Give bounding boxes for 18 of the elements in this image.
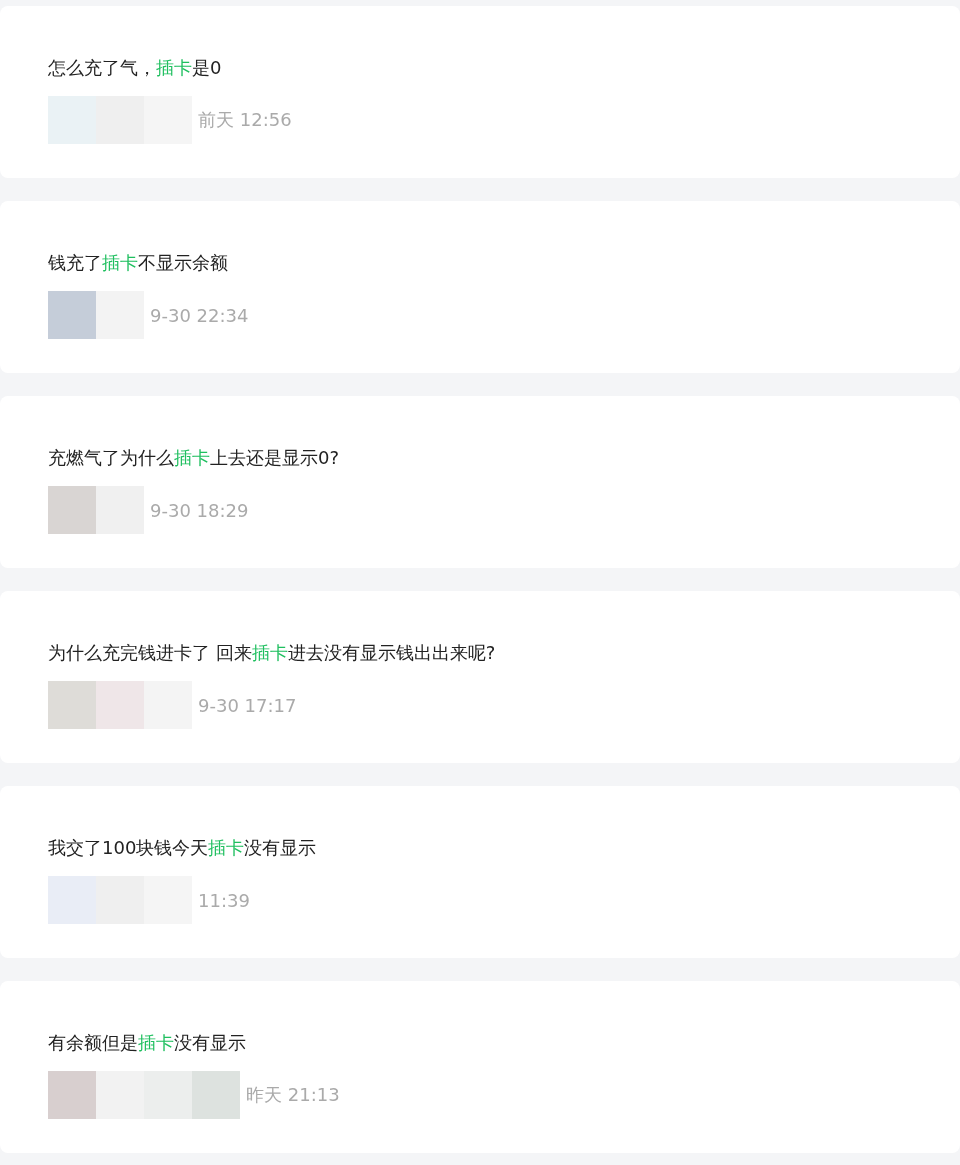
post-time: 9-30 17:17 xyxy=(198,694,297,716)
post-card[interactable]: 钱充了插卡不显示余额 9-30 22:34 xyxy=(0,201,960,373)
post-card[interactable]: 我交了100块钱今天插卡没有显示 11:39 xyxy=(0,786,960,958)
question-text: 为什么充完钱进卡了 回来插卡进去没有显示钱出出来呢? xyxy=(48,641,497,665)
post-time: 11:39 xyxy=(198,889,250,911)
post-card[interactable]: 为什么充完钱进卡了 回来插卡进去没有显示钱出出来呢? 9-30 17:17 xyxy=(0,591,960,763)
question-text: 我交了100块钱今天插卡没有显示 xyxy=(48,836,318,860)
post-time: 昨天 21:13 xyxy=(246,1083,340,1107)
post-card[interactable]: 怎么充了气，插卡是0 前天 12:56 xyxy=(0,6,960,178)
post-card[interactable]: 充燃气了为什么插卡上去还是显示0? 9-30 18:29 xyxy=(0,396,960,568)
post-time: 9-30 18:29 xyxy=(150,499,249,521)
question-text: 钱充了插卡不显示余额 xyxy=(48,251,229,275)
question-text: 怎么充了气，插卡是0 xyxy=(48,56,223,80)
post-time: 9-30 22:34 xyxy=(150,304,249,326)
question-text: 有余额但是插卡没有显示 xyxy=(48,1031,247,1055)
post-card[interactable]: 有余额但是插卡没有显示 昨天 21:13 xyxy=(0,981,960,1153)
question-text: 充燃气了为什么插卡上去还是显示0? xyxy=(48,446,340,470)
post-time: 前天 12:56 xyxy=(198,108,292,132)
